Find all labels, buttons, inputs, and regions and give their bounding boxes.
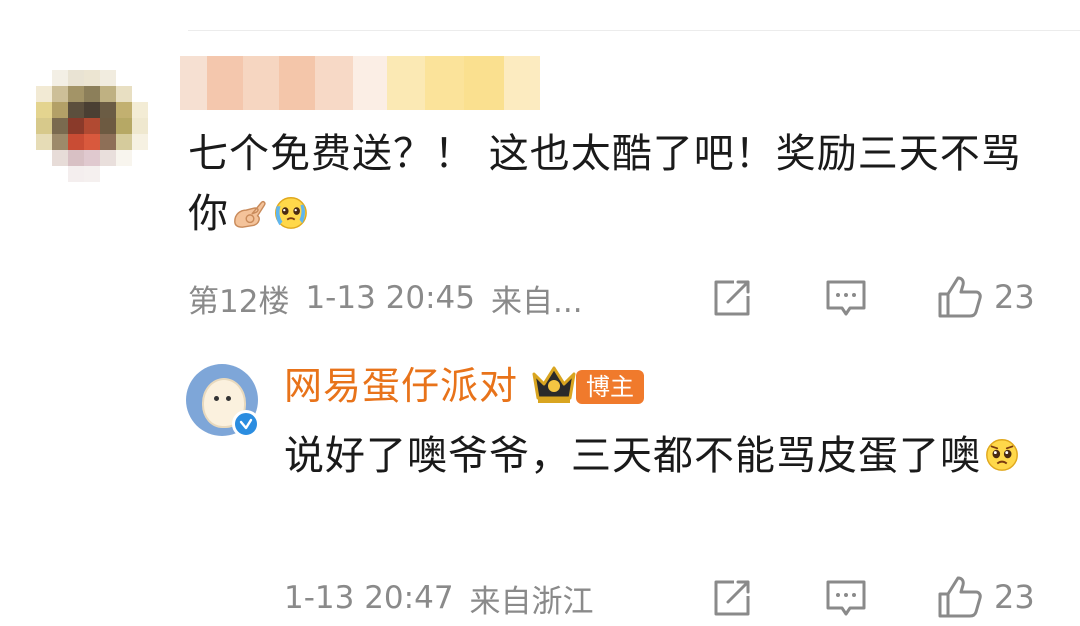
comment-source: 来自...	[491, 283, 583, 320]
reply-body: 说好了噢爷爷，三天都不能骂皮蛋了噢	[284, 424, 1044, 488]
blogger-badge: 博主	[576, 370, 644, 404]
like-button[interactable]: 23	[936, 274, 1035, 320]
egg-eye-left	[214, 396, 219, 401]
verified-icon	[232, 410, 260, 438]
comment-meta: 第12楼 1-13 20:45 来自...	[188, 276, 583, 320]
reply-author-name[interactable]: 网易蛋仔派对	[284, 362, 518, 410]
reply-like-button[interactable]: 23	[936, 574, 1035, 620]
comment-time: 1-13 20:45	[305, 280, 475, 316]
like-count: 23	[994, 278, 1035, 316]
reply-source: 来自浙江	[469, 583, 594, 620]
reply-share-button[interactable]	[710, 576, 754, 620]
ok-hand-emoji-icon	[234, 201, 266, 228]
floor-number: 第12楼	[188, 283, 290, 320]
pleading-face-emoji-icon	[986, 439, 1018, 471]
commenter-avatar[interactable]	[36, 70, 148, 182]
reply-meta: 1-13 20:47 来自浙江	[284, 576, 594, 620]
comment-body: 七个免费送？！ 这也太酷了吧！奖励三天不骂你	[188, 124, 1048, 244]
top-divider	[188, 30, 1080, 31]
reply-comment-button[interactable]	[824, 576, 868, 620]
crying-face-emoji-icon	[275, 197, 307, 229]
comment-button[interactable]	[824, 276, 868, 320]
share-icon	[714, 580, 750, 616]
reply-time: 1-13 20:47	[284, 580, 454, 616]
crown-icon	[532, 366, 576, 403]
share-button[interactable]	[710, 276, 754, 320]
egg-eye-right	[226, 396, 231, 401]
share-icon	[714, 280, 750, 316]
comment-text: 七个免费送？！ 这也太酷了吧！奖励三天不骂你	[188, 131, 1022, 237]
reply-like-count: 23	[994, 578, 1035, 616]
comment-icon	[826, 580, 866, 616]
comment-icon	[826, 280, 866, 316]
thumbs-up-icon	[938, 276, 982, 318]
commenter-name[interactable]	[180, 56, 540, 110]
thumbs-up-icon	[938, 576, 982, 618]
reply-text: 说好了噢爷爷，三天都不能骂皮蛋了噢	[284, 433, 981, 479]
